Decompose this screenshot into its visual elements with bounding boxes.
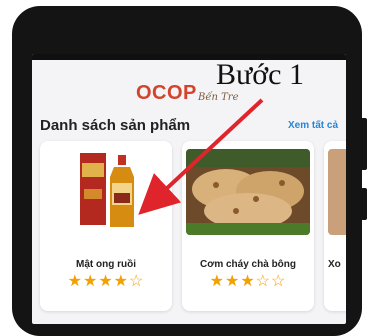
product-card-honey[interactable]: Mật ong ruồi ★★★★☆ bbox=[40, 141, 172, 311]
see-all-link[interactable]: Xem tất cả bbox=[288, 120, 338, 131]
product-name: Xo bbox=[328, 259, 341, 270]
rating-stars: ★★★★☆ bbox=[67, 273, 145, 290]
product-image-partial bbox=[328, 149, 346, 235]
product-card-com-chay[interactable]: Cơm cháy chà bông ★★★☆☆ bbox=[182, 141, 314, 311]
section-title: Danh sách sản phẩm bbox=[40, 117, 191, 134]
logo-text: OCOP bbox=[136, 82, 197, 104]
product-name: Mật ong ruồi bbox=[76, 259, 136, 270]
logo-subtext: Bến Tre bbox=[198, 92, 239, 103]
product-image-com-chay bbox=[186, 149, 310, 235]
product-image-honey bbox=[44, 149, 168, 235]
side-button bbox=[361, 118, 367, 170]
step-annotation-label: Bước 1 bbox=[216, 58, 304, 91]
app-screen: OCOP Bến Tre Danh sách sản phẩm Xem tất … bbox=[32, 54, 346, 324]
product-card-partial[interactable]: Xo bbox=[324, 141, 346, 311]
rating-stars: ★★★☆☆ bbox=[209, 273, 287, 290]
ocop-logo: OCOP Bến Tre bbox=[136, 82, 239, 110]
side-button bbox=[361, 188, 367, 220]
product-name: Cơm cháy chà bông bbox=[199, 259, 296, 270]
